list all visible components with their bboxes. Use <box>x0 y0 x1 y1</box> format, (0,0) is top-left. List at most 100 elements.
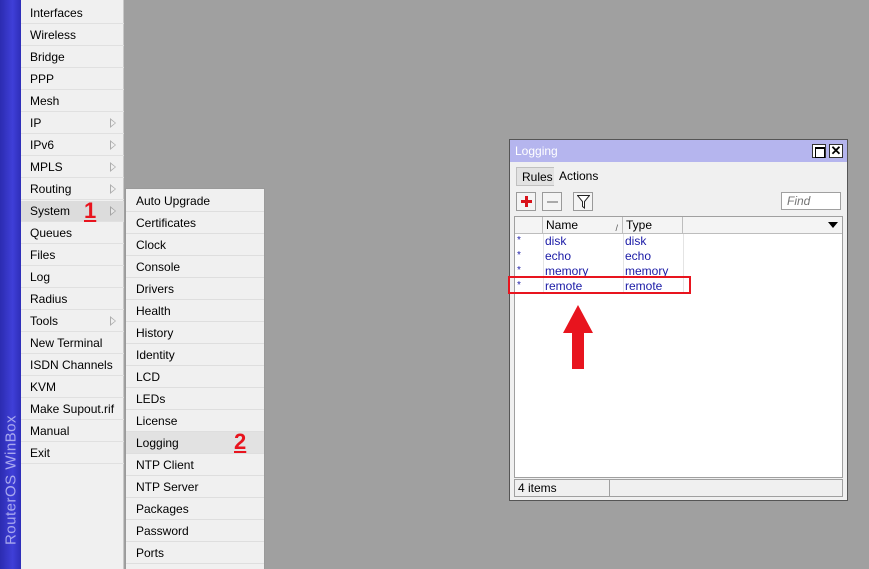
menu-item-label: PPP <box>30 72 55 86</box>
menu-item-new-terminal[interactable]: New Terminal <box>21 333 124 354</box>
menu-item-label: Radius <box>30 292 68 306</box>
submenu-item-ntp-client[interactable]: NTP Client <box>126 454 264 476</box>
submenu-arrow-icon <box>110 206 116 216</box>
add-button[interactable] <box>516 192 536 211</box>
submenu-item-password[interactable]: Password <box>126 520 264 542</box>
menu-item-exit[interactable]: Exit <box>21 443 124 464</box>
window-titlebar[interactable]: Logging ✕ <box>510 140 847 162</box>
submenu-item-label: NTP Server <box>136 480 199 494</box>
column-header-flag[interactable] <box>515 217 543 234</box>
submenu-item-certificates[interactable]: Certificates <box>126 212 264 234</box>
submenu-item-label: Logging <box>136 436 179 450</box>
menu-item-log[interactable]: Log <box>21 267 124 288</box>
table-row[interactable]: * disk disk <box>515 234 842 249</box>
menu-item-mesh[interactable]: Mesh <box>21 91 124 112</box>
submenu-item-label: Packages <box>136 502 189 516</box>
menu-item-mpls[interactable]: MPLS <box>21 157 124 178</box>
menu-item-label: Log <box>30 270 51 284</box>
table-row[interactable]: * echo echo <box>515 249 842 264</box>
column-header-type-label: Type <box>626 218 653 232</box>
column-separator <box>623 234 624 249</box>
menu-item-label: ISDN Channels <box>30 358 113 372</box>
menu-item-label: Exit <box>30 446 51 460</box>
column-dropdown-icon[interactable] <box>828 222 838 228</box>
submenu-item-auto-upgrade[interactable]: Auto Upgrade <box>126 190 264 212</box>
menu-item-isdn-channels[interactable]: ISDN Channels <box>21 355 124 376</box>
filter-button[interactable] <box>573 192 593 211</box>
menu-item-label: Routing <box>30 182 72 196</box>
submenu-item-label: NTP Client <box>136 458 194 472</box>
row-type: disk <box>625 234 647 248</box>
menu-item-manual[interactable]: Manual <box>21 421 124 442</box>
submenu-item-clock[interactable]: Clock <box>126 234 264 256</box>
submenu-item-health[interactable]: Health <box>126 300 264 322</box>
submenu-item-history[interactable]: History <box>126 322 264 344</box>
menu-item-wireless[interactable]: Wireless <box>21 25 124 46</box>
menu-item-ip[interactable]: IP <box>21 113 124 134</box>
annotation-step-1: 1 <box>84 198 97 223</box>
menu-item-label: System <box>30 204 71 218</box>
winbox-brand-bar: RouterOS WinBox <box>0 0 21 569</box>
menu-item-interfaces[interactable]: Interfaces <box>21 3 124 24</box>
submenu-item-leds[interactable]: LEDs <box>126 388 264 410</box>
status-divider <box>609 480 610 496</box>
status-bar: 4 items <box>514 479 843 497</box>
menu-item-bridge[interactable]: Bridge <box>21 47 124 68</box>
submenu-item-label: Password <box>136 524 189 538</box>
column-header-type[interactable]: Type <box>623 217 683 234</box>
menu-item-label: Interfaces <box>30 6 83 20</box>
system-submenu: Auto Upgrade Certificates Clock Console Driv… <box>125 188 265 569</box>
row-type: echo <box>625 249 652 263</box>
menu-item-tools[interactable]: Tools <box>21 311 124 332</box>
submenu-item-packages[interactable]: Packages <box>126 498 264 520</box>
menu-item-radius[interactable]: Radius <box>21 289 124 310</box>
menu-item-label: New Terminal <box>30 336 103 350</box>
remove-button[interactable] <box>542 192 562 211</box>
find-input[interactable] <box>781 192 841 210</box>
row-name: echo <box>545 249 572 263</box>
brand-label: RouterOS WinBox <box>2 414 19 546</box>
row-name: disk <box>545 234 567 248</box>
maximize-icon[interactable] <box>812 144 826 158</box>
submenu-item-label: Certificates <box>136 216 197 230</box>
menu-item-files[interactable]: Files <box>21 245 124 266</box>
column-header-filler <box>683 217 842 234</box>
menu-item-routing[interactable]: Routing <box>21 179 124 200</box>
submenu-item-drivers[interactable]: Drivers <box>126 278 264 300</box>
submenu-item-label: LEDs <box>136 392 166 406</box>
submenu-item-label: License <box>136 414 178 428</box>
submenu-item-console[interactable]: Console <box>126 256 264 278</box>
tab-actions[interactable]: Actions <box>554 167 604 186</box>
menu-item-label: KVM <box>30 380 57 394</box>
submenu-item-lcd[interactable]: LCD <box>126 366 264 388</box>
column-header-name-label: Name <box>546 218 579 232</box>
menu-item-label: Files <box>30 248 56 262</box>
menu-item-system[interactable]: System <box>21 201 124 222</box>
tab-rules[interactable]: Rules <box>516 167 559 186</box>
menu-item-label: Tools <box>30 314 59 328</box>
submenu-item-label: Drivers <box>136 282 174 296</box>
menu-item-label: Make Supout.rif <box>30 402 115 416</box>
column-separator <box>683 249 684 264</box>
row-flag: * <box>517 250 521 261</box>
close-icon[interactable]: ✕ <box>829 143 843 158</box>
brand-label-box: RouterOS WinBox <box>0 395 21 565</box>
submenu-item-ports[interactable]: Ports <box>126 542 264 564</box>
main-menu: Interfaces Wireless Bridge PPP Mesh IP IPv6 MPL… <box>21 0 124 569</box>
menu-item-kvm[interactable]: KVM <box>21 377 124 398</box>
column-separator <box>543 249 544 264</box>
submenu-item-identity[interactable]: Identity <box>126 344 264 366</box>
remote-row-highlight <box>508 276 691 294</box>
menu-item-ipv6[interactable]: IPv6 <box>21 135 124 156</box>
submenu-item-label: Clock <box>136 238 167 252</box>
menu-item-label: Manual <box>30 424 70 438</box>
menu-item-label: IP <box>30 116 42 130</box>
submenu-item-label: Auto Upgrade <box>136 194 211 208</box>
menu-item-queues[interactable]: Queues <box>21 223 124 244</box>
submenu-item-label: LCD <box>136 370 161 384</box>
annotation-step-2: 2 <box>234 429 247 454</box>
menu-item-make-supout-rif[interactable]: Make Supout.rif <box>21 399 124 420</box>
menu-item-ppp[interactable]: PPP <box>21 69 124 90</box>
column-header-name[interactable]: Name / <box>543 217 623 234</box>
submenu-item-ntp-server[interactable]: NTP Server <box>126 476 264 498</box>
